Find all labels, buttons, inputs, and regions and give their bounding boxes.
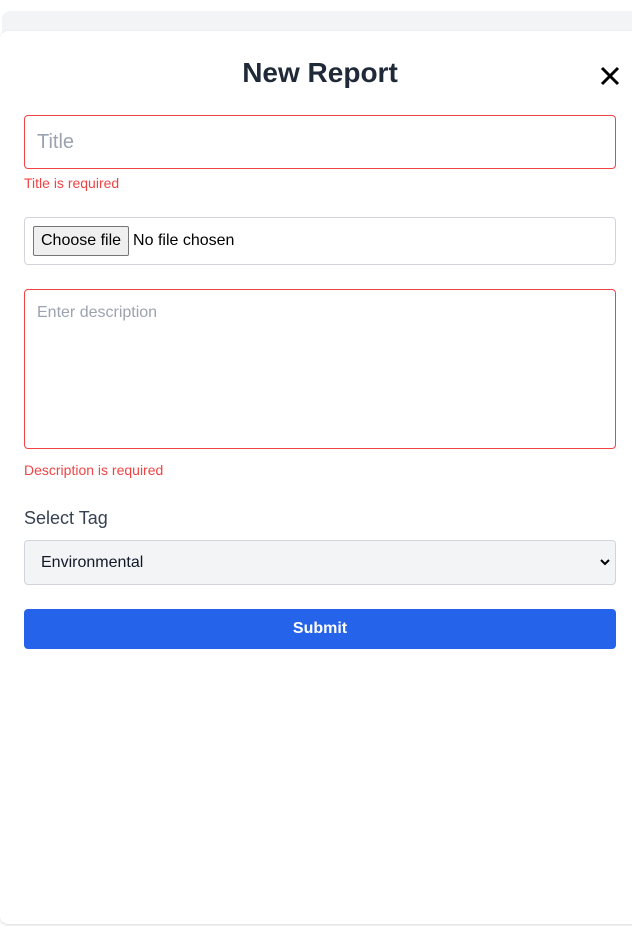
title-input[interactable] [24,115,616,169]
chevron-down-icon [600,559,610,566]
description-field[interactable] [24,289,616,449]
title-error: Title is required [24,175,120,191]
page-title: New Report [242,57,398,88]
tag-select[interactable]: Environmental [24,540,616,585]
choose-file-button[interactable]: Choose file [33,226,130,256]
tag-label: Select Tag [24,508,108,528]
file-input[interactable]: Choose file No file chosen [24,217,616,265]
tag-select-value: Environmental [41,553,144,571]
file-status: No file chosen [133,232,235,249]
description-error: Description is required [24,462,164,478]
submit-button[interactable]: Submit [24,609,616,649]
